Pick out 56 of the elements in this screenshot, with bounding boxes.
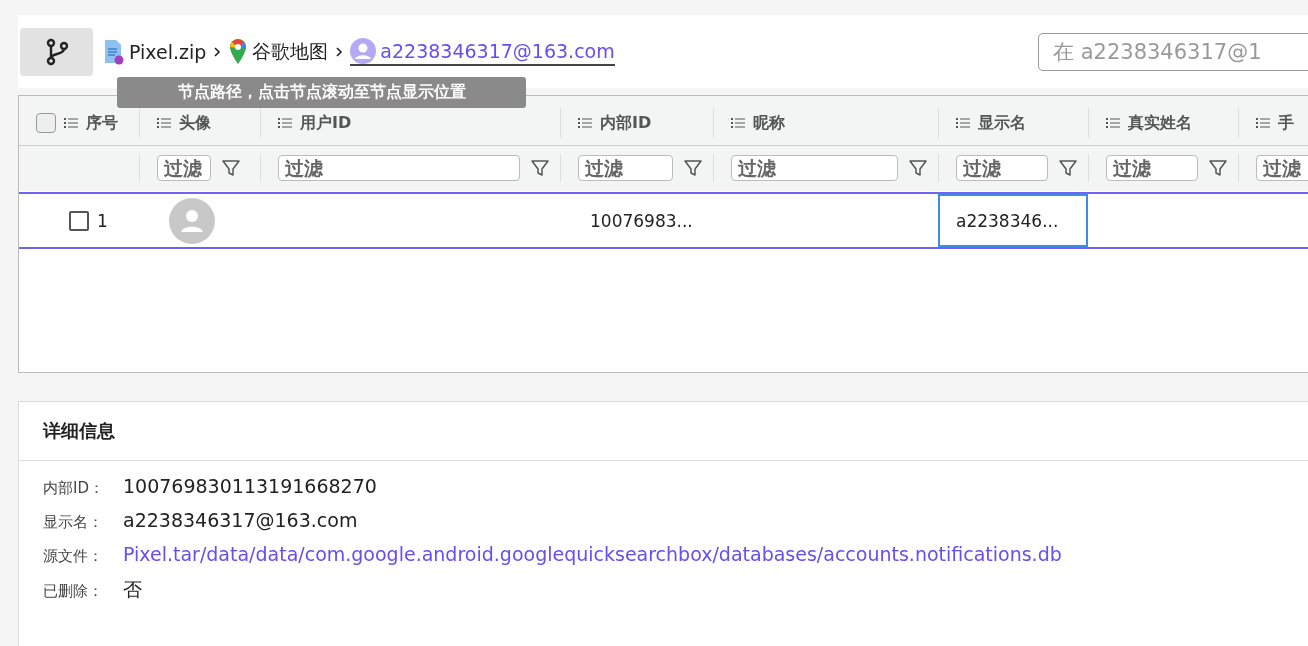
column-header[interactable]: 显示名	[978, 112, 1026, 134]
panel-title: 详细信息	[19, 402, 1308, 461]
list-icon	[578, 117, 592, 129]
list-icon	[1256, 117, 1270, 129]
column-header[interactable]: 用户ID	[300, 112, 352, 134]
filter-field[interactable]: 过滤	[278, 155, 520, 181]
column-header[interactable]: 真实姓名	[1128, 112, 1192, 134]
column-header[interactable]: 内部ID	[600, 112, 652, 134]
document-icon	[103, 38, 125, 65]
field-value: 100769830113191668270	[123, 475, 377, 497]
filter-field[interactable]: 过滤	[1106, 155, 1198, 181]
branch-button[interactable]	[20, 27, 93, 76]
breadcrumb-item[interactable]: a2238346317@163.com	[350, 37, 615, 66]
file-link[interactable]: Pixel.tar/data/data/com.google.android.googlequicksearchbox/databases/accounts.notifications.db	[123, 543, 1062, 565]
list-icon	[731, 117, 745, 129]
filter-field[interactable]: 过滤	[578, 155, 673, 181]
list-icon	[157, 117, 171, 129]
chevron-icon	[334, 45, 345, 58]
field-value: a2238346317@163.com	[123, 509, 358, 531]
list-icon	[1106, 117, 1120, 129]
filter-icon[interactable]	[1058, 158, 1078, 178]
table-cell: a2238346...	[956, 210, 1059, 231]
column-header[interactable]: 序号	[86, 112, 118, 134]
field-value: 否	[123, 577, 142, 602]
search-field[interactable]: 在 a2238346317@1	[1038, 32, 1308, 71]
breadcrumb-item[interactable]: 谷歌地图	[228, 37, 329, 66]
map-pin-icon	[228, 37, 249, 66]
table-cell: 1	[97, 210, 108, 231]
field-label: 已删除：	[43, 582, 104, 601]
filter-field[interactable]: 过滤	[956, 155, 1048, 181]
chevron-icon	[212, 45, 223, 58]
table-row[interactable]: 1 10076983... a2238346...	[19, 192, 1308, 249]
avatar-icon	[169, 197, 215, 244]
field-label: 源文件：	[43, 547, 104, 566]
field-label: 内部ID：	[43, 479, 105, 498]
filter-field[interactable]: 过滤	[157, 155, 211, 181]
tooltip: 节点路径，点击节点滚动至节点显示位置	[117, 77, 526, 108]
checkbox[interactable]	[36, 113, 56, 133]
column-header[interactable]: 昵称	[753, 112, 785, 134]
filter-field[interactable]: 过滤	[731, 155, 898, 181]
filter-icon[interactable]	[1208, 158, 1228, 178]
filter-icon[interactable]	[908, 158, 928, 178]
checkbox[interactable]	[69, 210, 89, 231]
breadcrumb-item[interactable]: Pixel.zip	[103, 38, 207, 65]
filter-icon[interactable]	[530, 158, 550, 178]
user-avatar-icon	[350, 37, 377, 64]
filter-icon[interactable]	[221, 158, 241, 178]
filter-field[interactable]: 过滤	[1256, 155, 1308, 181]
list-icon	[278, 117, 292, 129]
column-header[interactable]: 头像	[179, 112, 211, 134]
field-label: 显示名：	[43, 513, 104, 532]
filter-icon[interactable]	[683, 158, 703, 178]
list-icon	[64, 117, 78, 129]
list-icon	[956, 117, 970, 129]
table-cell: 10076983...	[590, 210, 693, 231]
column-header[interactable]: 手	[1278, 112, 1294, 134]
